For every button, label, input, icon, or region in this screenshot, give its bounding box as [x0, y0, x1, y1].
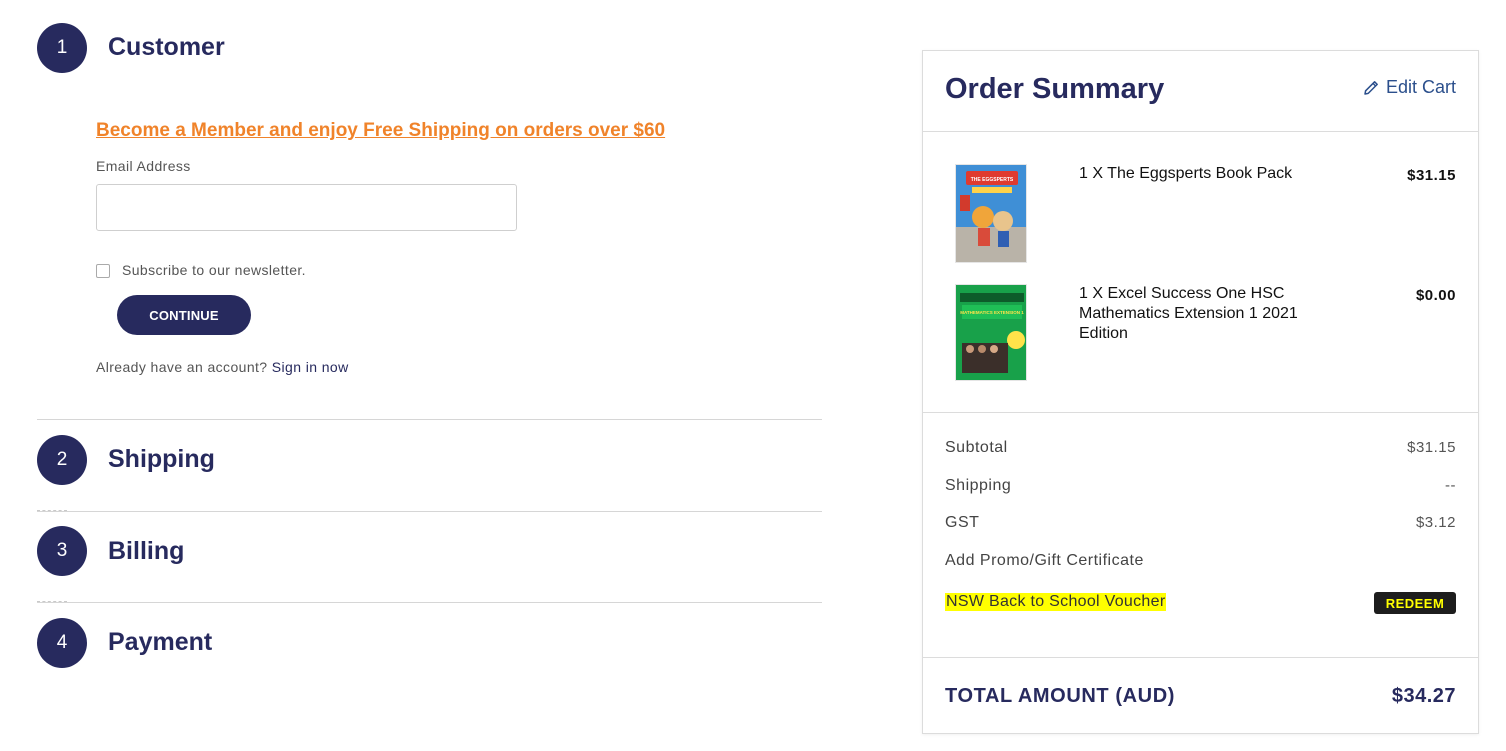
shipping-value: --	[1445, 477, 1456, 494]
summary-divider	[923, 412, 1478, 413]
summary-divider	[923, 131, 1478, 132]
email-label: Email Address	[96, 158, 191, 174]
section-divider	[37, 602, 822, 603]
shipping-label: Shipping	[945, 477, 1012, 494]
email-field[interactable]	[96, 184, 517, 231]
gst-value: $3.12	[1415, 514, 1456, 531]
step-number-payment: 4	[37, 618, 87, 668]
thumbnail-cover-text: THE EGGSPERTS	[971, 177, 1014, 183]
summary-divider	[923, 657, 1478, 658]
total-value: $34.27	[1391, 685, 1456, 707]
item-price: $31.15	[1407, 167, 1456, 184]
step-title-payment[interactable]: Payment	[108, 628, 212, 657]
gst-label: GST	[945, 514, 980, 531]
section-divider	[37, 419, 822, 420]
subtotal-label: Subtotal	[945, 439, 1008, 456]
edit-cart-label: Edit Cart	[1385, 77, 1456, 97]
sign-in-link[interactable]: Sign in now	[272, 359, 349, 375]
become-member-link[interactable]: Become a Member and enjoy Free Shipping …	[96, 120, 665, 142]
step-title-shipping[interactable]: Shipping	[108, 445, 215, 474]
order-summary-title: Order Summary	[945, 73, 1165, 105]
step-number-customer: 1	[37, 23, 87, 73]
edit-cart-link[interactable]: Edit Cart	[1362, 77, 1456, 98]
item-name: 1 X The Eggsperts Book Pack	[1079, 165, 1293, 182]
pencil-icon	[1362, 79, 1380, 97]
item-thumbnail[interactable]: MATHEMATICS EXTENSION 1	[955, 284, 1027, 381]
account-prompt-text: Already have an account?	[96, 359, 268, 375]
subtotal-value: $31.15	[1407, 439, 1456, 456]
newsletter-label[interactable]: Subscribe to our newsletter.	[122, 262, 306, 278]
order-summary-panel: Order Summary Edit Cart THE EGGSPERTS 1 …	[922, 50, 1479, 734]
newsletter-checkbox[interactable]	[96, 264, 110, 278]
step-title-customer[interactable]: Customer	[108, 33, 225, 62]
item-thumbnail[interactable]: THE EGGSPERTS	[955, 164, 1027, 263]
section-divider	[37, 511, 822, 512]
step-number-billing: 3	[37, 526, 87, 576]
redeem-button[interactable]: REDEEM	[1374, 592, 1456, 614]
thumbnail-cover-text: MATHEMATICS EXTENSION 1	[960, 310, 1024, 315]
item-price: $0.00	[1415, 287, 1456, 304]
continue-button[interactable]: CONTINUE	[117, 295, 251, 335]
step-number-shipping: 2	[37, 435, 87, 485]
account-prompt: Already have an account? Sign in now	[96, 359, 349, 375]
add-promo-link[interactable]: Add Promo/Gift Certificate	[945, 552, 1144, 570]
total-label: TOTAL AMOUNT (AUD)	[945, 685, 1176, 707]
step-title-billing[interactable]: Billing	[108, 537, 184, 566]
voucher-label: NSW Back to School Voucher	[945, 593, 1167, 611]
item-name: 1 X Excel Success One HSC Mathematics Ex…	[1079, 285, 1298, 342]
